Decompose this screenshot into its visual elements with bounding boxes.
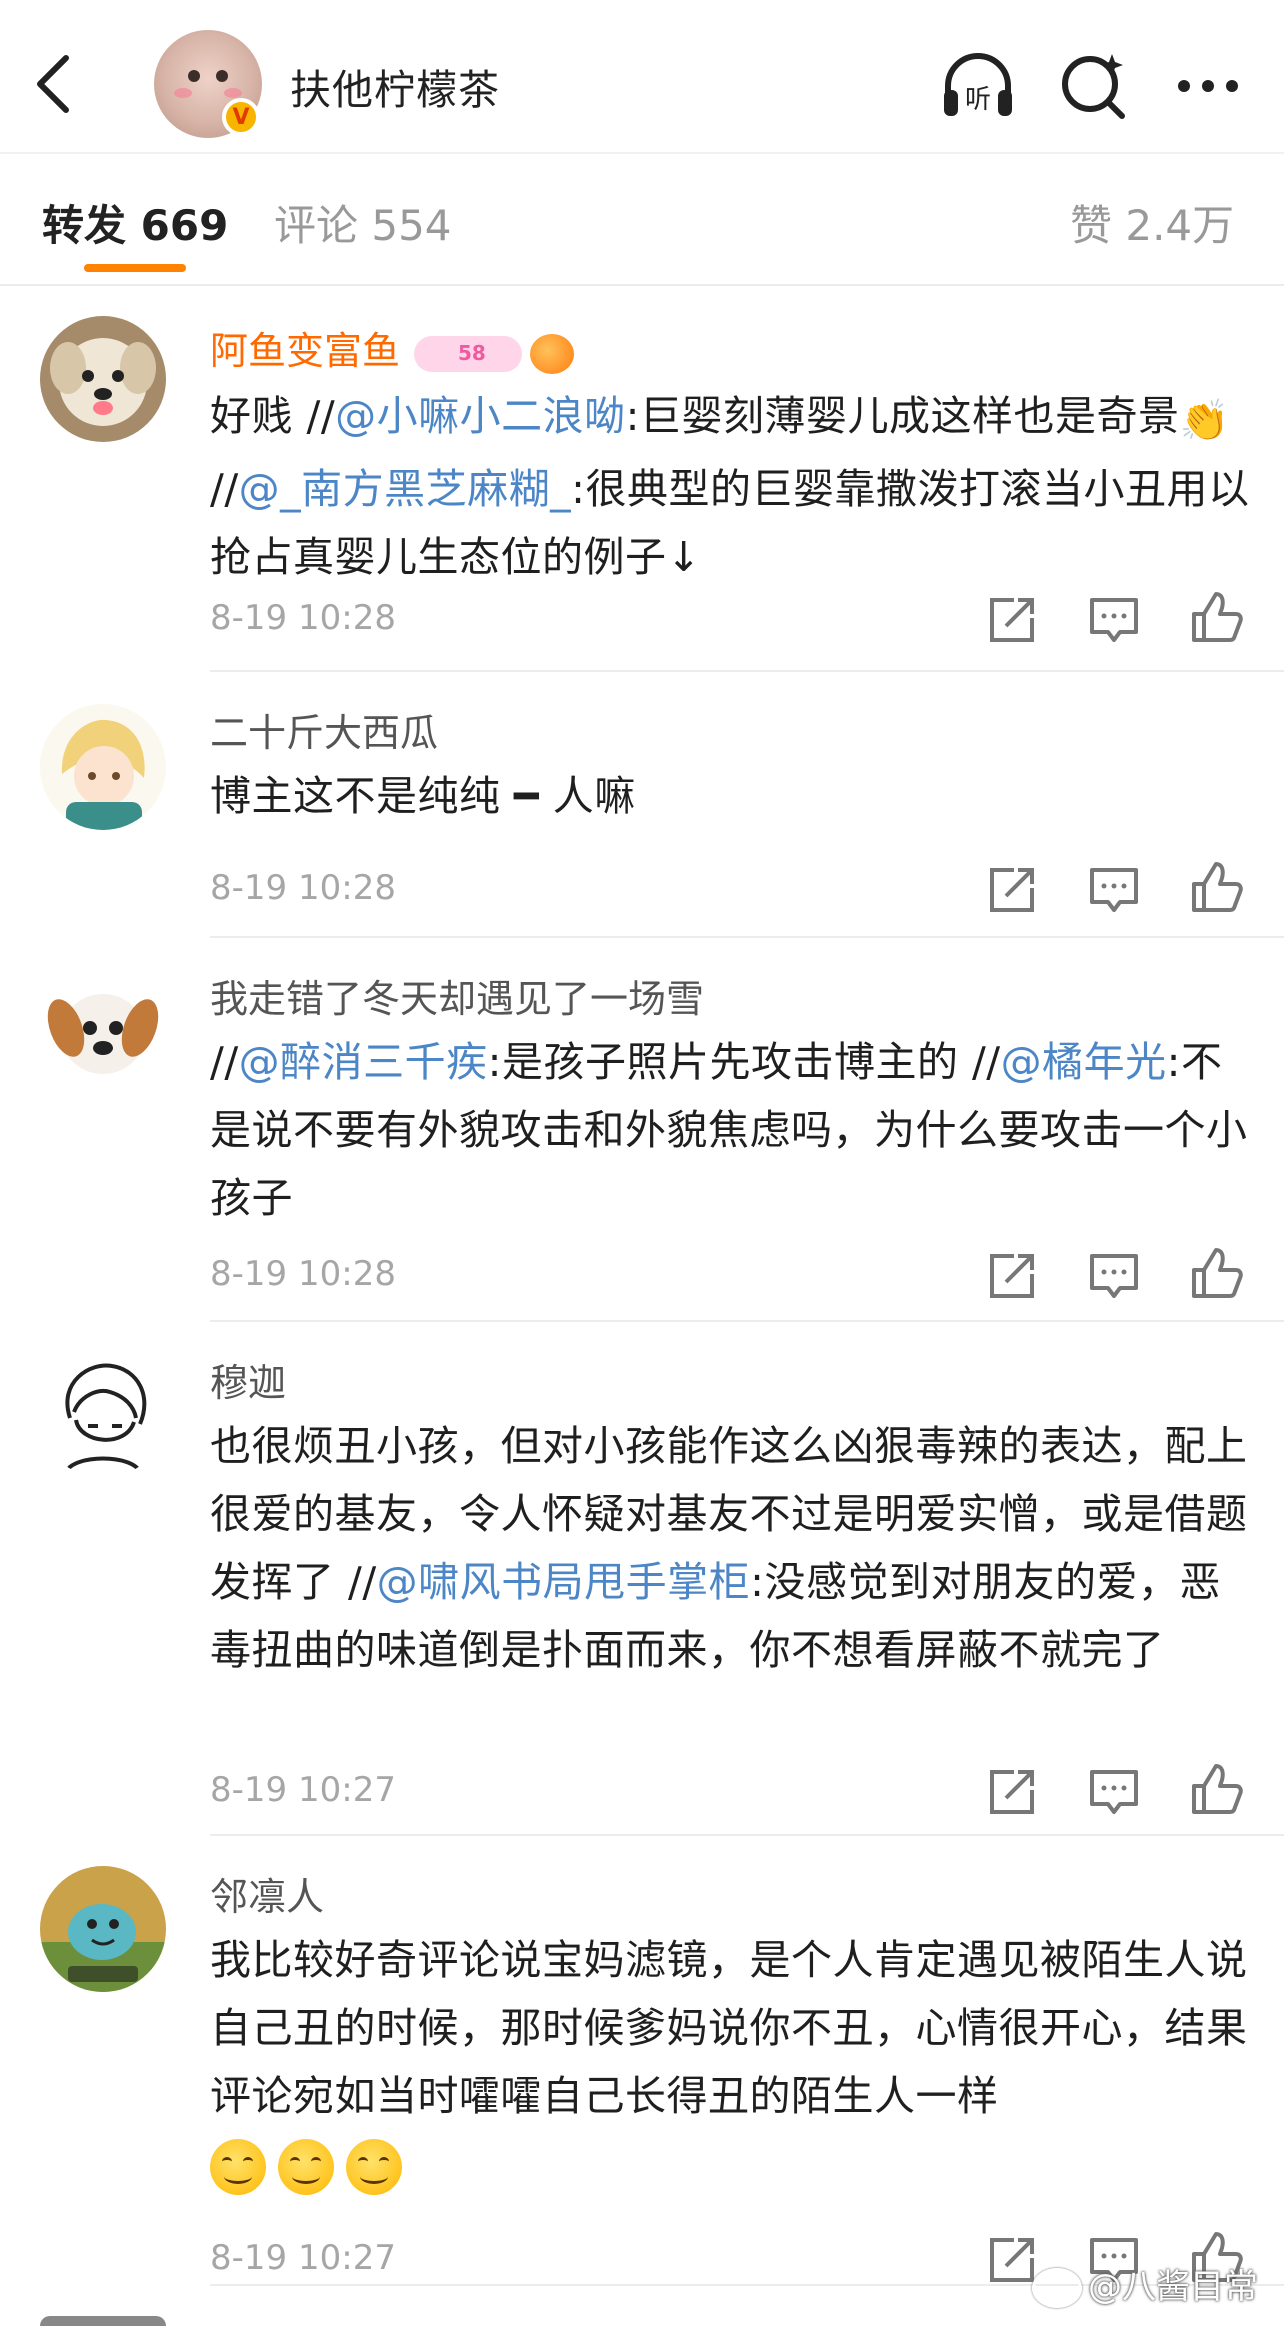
like-icon[interactable] [1188,860,1244,916]
avatar-blush [224,88,242,98]
comment-body: 博主这不是纯纯 ━ 人嘛 [210,762,1250,830]
comment-text: // [210,1038,239,1086]
grin-emoji-icon [346,2139,402,2195]
verified-badge: V [222,98,260,136]
like-icon[interactable] [1188,1762,1244,1818]
user-name[interactable]: 阿鱼变富鱼 58 [210,320,575,375]
share-icon[interactable] [984,1248,1040,1304]
user-avatar[interactable] [40,1352,166,1478]
comment-body: 我比较好奇评论说宝妈滤镜，是个人肯定遇见被陌生人说自己丑的时候，那时候爹妈说你不… [210,1926,1250,2198]
like-icon[interactable] [1188,1246,1244,1302]
mention-link[interactable]: @醉消三千疾 [239,1038,488,1086]
listen-icon[interactable]: 听 [938,46,1018,126]
mention-link[interactable]: @啸风书局甩手掌柜 [377,1558,751,1606]
fan-level-text: 58 [458,340,486,365]
comment-text: // [210,465,239,513]
comment-text: 博主这不是纯纯 ━ 人嘛 [210,772,636,820]
comment-text: 好贱 // [210,392,336,440]
comment-body: 也很烦丑小孩，但对小孩能作这么凶狠毒辣的表达，配上很爱的基友，令人怀疑对基友不过… [210,1412,1250,1684]
comment-icon[interactable] [1086,1248,1142,1304]
user-avatar[interactable] [40,1866,166,1992]
list-item: 穆迦 也很烦丑小孩，但对小孩能作这么凶狠毒辣的表达，配上很爱的基友，令人怀疑对基… [0,1322,1284,1836]
tab-comment[interactable]: 评论 554 [274,192,452,253]
user-name[interactable]: 我走错了冬天却遇见了一场雪 [210,968,704,1023]
timestamp: 8-19 10:28 [210,598,396,638]
top-bar: V 扶他柠檬茶 听 [0,0,1284,152]
share-icon[interactable] [984,1764,1040,1820]
user-avatar[interactable] [40,968,166,1094]
mention-link[interactable]: @橘年光 [1001,1038,1167,1086]
user-avatar[interactable] [40,704,166,830]
avatar-blush [174,88,192,98]
watermark-text: @八酱目常 [1088,2266,1258,2307]
comment-body: 好贱 //@小嘛小二浪呦:巨婴刻薄婴儿成这样也是奇景👏//@_南方黑芝麻糊_:很… [210,382,1250,591]
watermark: @八酱目常 [1032,2259,1258,2308]
grin-emoji-icon [210,2139,266,2195]
list-item: 二十斤大西瓜 博主这不是纯纯 ━ 人嘛 8-19 10:28 [0,674,1284,938]
divider [210,670,1284,672]
tab-repost[interactable]: 转发 669 [42,192,228,253]
share-icon[interactable] [984,592,1040,648]
comment-text: :是孩子照片先攻击博主的 // [487,1038,1001,1086]
back-icon[interactable] [30,52,80,116]
timestamp: 8-19 10:27 [210,2238,396,2278]
comment-body: //@醉消三千疾:是孩子照片先攻击博主的 //@橘年光:不是说不要有外貌攻击和外… [210,1028,1250,1232]
timestamp: 8-19 10:28 [210,1254,396,1294]
fish-badge-icon [530,333,575,374]
avatar-eye [188,70,200,82]
timestamp: 8-19 10:28 [210,868,396,908]
more-icon[interactable] [1168,46,1248,126]
author-avatar[interactable]: V [154,30,262,138]
tab-bar: 转发 669 评论 554 赞 2.4万 [0,152,1284,286]
comment-icon[interactable] [1086,592,1142,648]
user-name[interactable]: 穆迦 [210,1352,286,1407]
weibo-logo-icon [1032,2268,1082,2308]
clap-emoji-icon: 👏 [1179,398,1230,444]
comment-icon[interactable] [1086,1764,1142,1820]
grin-emoji-icon [278,2139,334,2195]
timestamp: 8-19 10:27 [210,1770,396,1810]
list-item: 邻凛人 我比较好奇评论说宝妈滤镜，是个人肯定遇见被陌生人说自己丑的时候，那时候爹… [0,1836,1284,2306]
user-avatar [40,2316,166,2326]
user-avatar[interactable] [40,316,166,442]
mention-link[interactable]: @_南方黑芝麻糊_ [239,465,572,513]
mention-link[interactable]: @小嘛小二浪呦 [335,392,626,440]
user-name[interactable]: 二十斤大西瓜 [210,702,438,757]
fan-level-badge: 58 [414,335,523,372]
comment-icon[interactable] [1086,862,1142,918]
like-icon[interactable] [1188,590,1244,646]
list-item: 阿鱼变富鱼 58 好贱 //@小嘛小二浪呦:巨婴刻薄婴儿成这样也是奇景👏 //@_南… [0,284,1284,674]
search-icon[interactable] [1054,46,1134,126]
user-name-text: 阿鱼变富鱼 [210,329,401,373]
share-icon[interactable] [984,862,1040,918]
avatar-eye [216,70,228,82]
comment-text: :巨婴刻薄婴儿成这样也是奇景 [625,392,1180,440]
listen-label: 听 [965,85,991,115]
comment-text: 我比较好奇评论说宝妈滤镜，是个人肯定遇见被陌生人说自己丑的时候，那时候爹妈说你不… [210,1936,1248,2120]
list-item: 我走错了冬天却遇见了一场雪 //@醉消三千疾:是孩子照片先攻击博主的 //@橘年… [0,938,1284,1322]
active-tab-indicator [84,264,186,272]
tab-like[interactable]: 赞 2.4万 [1070,192,1234,253]
page-title[interactable]: 扶他柠檬茶 [290,56,500,116]
user-name[interactable]: 邻凛人 [210,1866,324,1921]
